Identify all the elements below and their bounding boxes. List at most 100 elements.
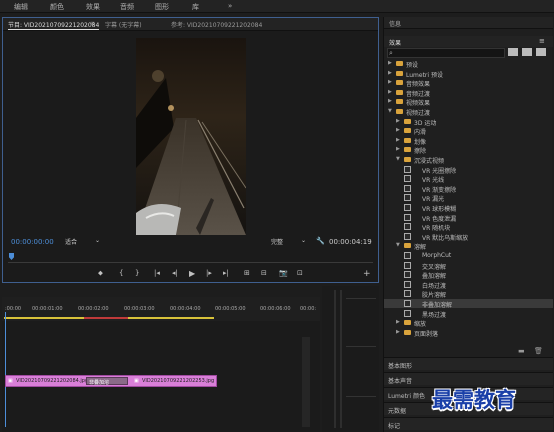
tab-reference[interactable]: 参考: VID20210709221202084 [171, 20, 262, 29]
video-frame[interactable] [136, 38, 246, 235]
fx-badge: ▣ [8, 378, 13, 384]
playhead-marker[interactable] [9, 253, 14, 260]
panel-menu-icon[interactable]: ≡ [90, 20, 95, 27]
effects-tree-item[interactable]: ▼ 视频过渡 [384, 107, 553, 117]
effects-tree-item[interactable]: ▶ 预设 [384, 59, 553, 69]
workspace-libraries[interactable]: 库 [192, 2, 199, 12]
video-clip-track[interactable]: ▣ VID20210709221202084.jpg 非叠加溶 ▣ VID202… [5, 375, 217, 387]
chevron-right-icon[interactable]: ▶ [388, 79, 392, 85]
playhead-timecode[interactable]: 00:00:00:00 [11, 238, 54, 246]
chevron-right-icon[interactable]: ▶ [396, 146, 400, 152]
effects-tree-item[interactable]: ▶ 音频效果 [384, 78, 553, 88]
resolution-select[interactable]: 完整 ⌄ [271, 237, 311, 246]
go-to-out-icon[interactable]: ▸| [223, 269, 229, 277]
playhead-line[interactable] [5, 312, 6, 427]
effects-tree-item[interactable]: ▶ 视频效果 [384, 97, 553, 107]
tab-effects[interactable]: 效果 [389, 38, 401, 47]
effects-tree-item[interactable]: ▶ 内滑 [384, 126, 553, 136]
program-monitor: 节目: VID20210709221202084 ≡ 字幕 (无字幕) 参考: … [2, 17, 379, 283]
effects-tree-item[interactable]: ▶ 音频过渡 [384, 88, 553, 98]
zoom-select[interactable]: 适合 ⌄ [65, 237, 105, 246]
effects-tree-item[interactable]: MorphCut [384, 251, 553, 260]
timeline-scrollbar[interactable] [302, 337, 310, 427]
panel-markers[interactable]: 标记 [384, 417, 553, 430]
chevron-right-icon[interactable]: ▶ [388, 98, 392, 104]
effects-tree-item[interactable]: ▶ 缩放 [384, 318, 553, 328]
transition-effect-icon [404, 300, 411, 307]
more-workspaces-icon[interactable]: » [228, 2, 232, 10]
effects-tree-item[interactable]: ▶ Lumetri 预设 [384, 69, 553, 79]
new-bin-icon[interactable]: ▬ [518, 347, 525, 355]
transition-effect-icon [404, 213, 411, 221]
effects-tree-item[interactable]: VR 光圈擦除 [384, 165, 553, 175]
delete-icon[interactable]: 🗑 [534, 347, 543, 355]
effects-tree: ▶ 预设 ▶ Lumetri 预设 ▶ 音频效果 ▶ 音频过渡 ▶ 视频效果 ▼ 视频过渡 ▶ 3D 运动… [384, 59, 553, 349]
effects-tree-item[interactable]: VR 渐变擦除 [384, 184, 553, 194]
workspace-color[interactable]: 颜色 [50, 2, 64, 12]
effects-tree-item[interactable]: 黑场过渡 [384, 309, 553, 319]
lift-icon[interactable]: ⊞ [244, 269, 250, 277]
mark-in-icon[interactable]: { [119, 269, 123, 277]
effects-tree-item[interactable]: VR 漏光 [384, 193, 553, 203]
effects-search-input[interactable]: ⌕ [387, 48, 505, 58]
monitor-scrubber[interactable] [8, 251, 373, 263]
chevron-down-icon[interactable]: ▼ [388, 108, 392, 114]
effects-tree-item[interactable]: VR 色度泄漏 [384, 213, 553, 223]
transition-block[interactable]: 非叠加溶 [86, 377, 128, 386]
effects-tree-item[interactable]: VR 随机块 [384, 222, 553, 232]
chevron-right-icon[interactable]: ▶ [388, 60, 392, 66]
export-frame-icon[interactable]: 📷 [279, 269, 288, 277]
button-editor-icon[interactable]: + [363, 269, 371, 279]
effects-tree-item[interactable]: 胶片溶解 [384, 289, 553, 299]
chevron-right-icon[interactable]: ▶ [396, 329, 400, 335]
workspace-edit[interactable]: 编辑 [14, 2, 28, 12]
tab-info[interactable]: 信息 [389, 19, 401, 28]
chevron-right-icon[interactable]: ▶ [396, 137, 400, 143]
transition-effect-icon [404, 261, 411, 269]
workspace-bar: 编辑 颜色 效果 音频 图形 库 » [0, 0, 554, 13]
effects-tree-item[interactable]: ▶ 划像 [384, 136, 553, 146]
extract-icon[interactable]: ⊟ [261, 269, 267, 277]
chevron-right-icon[interactable]: ▶ [388, 89, 392, 95]
32bit-filter-icon[interactable] [522, 48, 532, 56]
comparison-view-icon[interactable]: ⊡ [297, 269, 303, 277]
tab-program[interactable]: 节目: VID20210709221202084 [8, 20, 100, 30]
step-forward-icon[interactable]: |▸ [206, 269, 212, 277]
chevron-right-icon[interactable]: ▶ [396, 319, 400, 325]
effects-tree-item[interactable]: VR 球形模糊 [384, 203, 553, 213]
chevron-right-icon[interactable]: ▶ [388, 70, 392, 76]
chevron-right-icon[interactable]: ▶ [396, 127, 400, 133]
workspace-graphics[interactable]: 图形 [155, 2, 169, 12]
effects-tree-item[interactable]: ▼ 沉浸式视频 [384, 155, 553, 165]
clip-name[interactable]: VID20210709221202084.jpg [16, 378, 88, 384]
panel-menu-icon[interactable]: ≡ [539, 37, 545, 45]
effects-tree-item[interactable]: 叠加溶解 [384, 270, 553, 280]
workspace-audio[interactable]: 音频 [120, 2, 134, 12]
effects-tree-item[interactable]: ▶ 页面剥落 [384, 328, 553, 338]
wrench-icon[interactable]: 🔧 [316, 237, 325, 245]
panel-essential-graphics[interactable]: 基本图形 [384, 357, 553, 370]
effects-tree-item[interactable]: ▶ 3D 运动 [384, 117, 553, 127]
effects-tree-item[interactable]: ▶ 擦除 [384, 145, 553, 155]
time-ruler[interactable]: :00:00 00:00:01:00 00:00:02:00 00:00:03:… [2, 297, 320, 321]
tab-captions[interactable]: 字幕 (无字幕) [105, 20, 142, 29]
clip-name[interactable]: VID20210709221202253.jpg [142, 378, 214, 384]
effects-tree-item[interactable]: ▼ 溶解 [384, 241, 553, 251]
go-to-in-icon[interactable]: |◂ [154, 269, 160, 277]
chevron-right-icon[interactable]: ▶ [396, 118, 400, 124]
fx-badge: ▣ [134, 378, 139, 384]
effects-tree-item[interactable]: VR 光线 [384, 174, 553, 184]
chevron-down-icon[interactable]: ▼ [396, 242, 400, 248]
step-back-icon[interactable]: ◂| [172, 269, 178, 277]
mark-out-icon[interactable]: } [135, 269, 139, 277]
effects-tree-item[interactable]: 交叉溶解 [384, 261, 553, 271]
effects-tree-item[interactable]: 非叠加溶解 [384, 299, 553, 309]
yuv-filter-icon[interactable] [536, 48, 546, 56]
effects-tree-item[interactable]: 白场过渡 [384, 280, 553, 290]
chevron-down-icon[interactable]: ▼ [396, 156, 400, 162]
play-icon[interactable]: ▶ [189, 269, 195, 278]
add-marker-icon[interactable]: ⬥ [98, 269, 103, 278]
workspace-effects[interactable]: 效果 [86, 2, 100, 12]
effects-tree-item[interactable]: VR 默比乌斯缩放 [384, 232, 553, 242]
accelerated-filter-icon[interactable] [508, 48, 518, 56]
